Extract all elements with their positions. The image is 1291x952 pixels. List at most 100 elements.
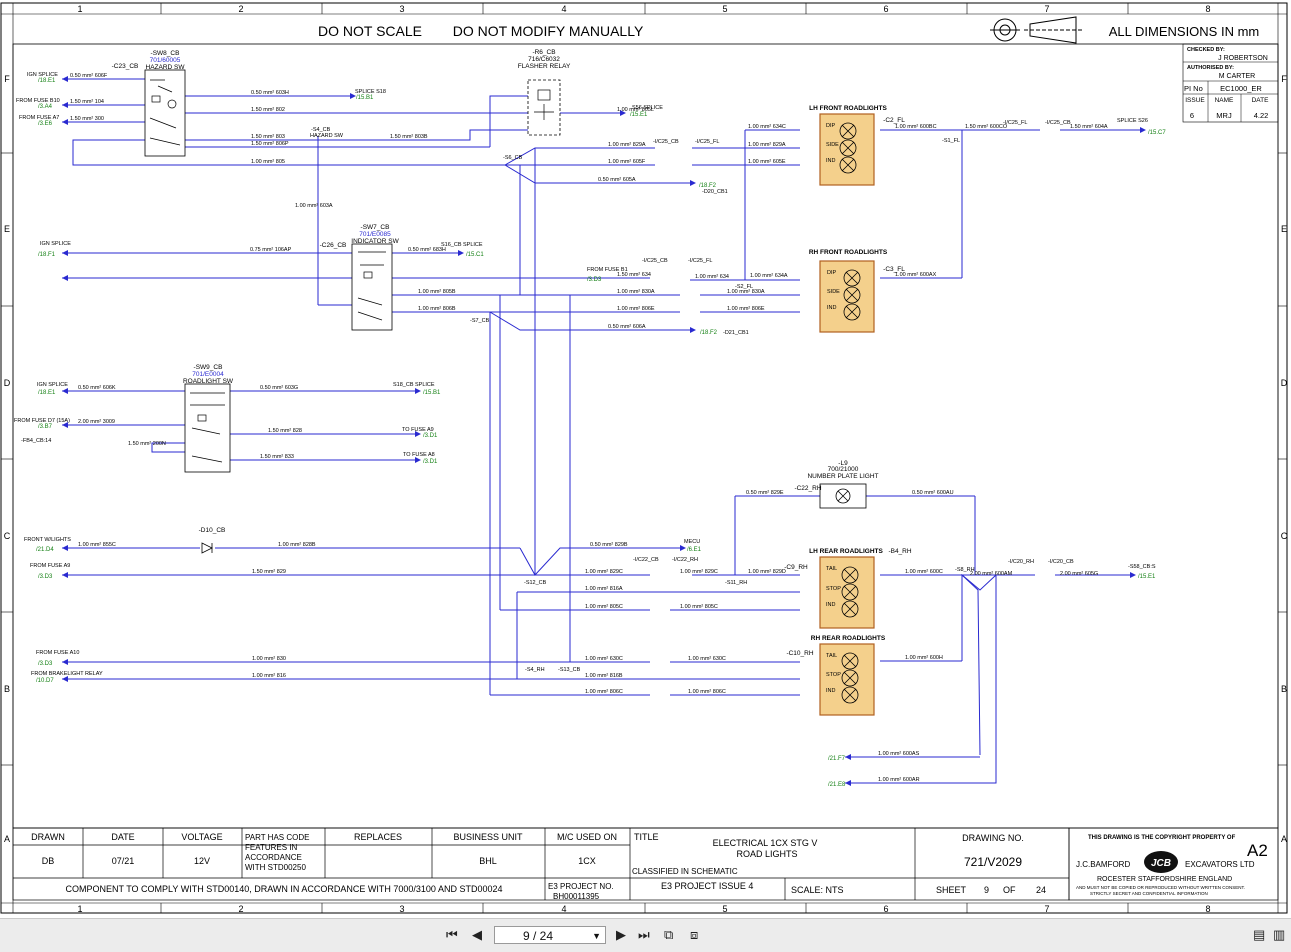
row-label-a-right: A [1281, 834, 1287, 844]
next-page-icon[interactable]: ▶ [616, 927, 626, 943]
col-label-5-bottom: 5 [722, 904, 727, 914]
wire-605f: 1.00 mm² 605F [608, 159, 646, 165]
e3-value: BH00011395 [553, 892, 600, 901]
row-label-a: A [4, 834, 10, 844]
part-code-4: WITH STD00250 [245, 863, 306, 872]
jcb-logo-text: JCB [1151, 858, 1171, 869]
lh-rear-title: LH REAR ROADLIGHTS [809, 548, 883, 555]
sw8-ref: -SW8_CB [151, 50, 180, 57]
scale-text: SCALE: NTS [791, 885, 844, 895]
ref-to-a9: /3.D1 [423, 433, 438, 439]
drawn-label: DRAWN [31, 832, 65, 842]
sw9-part: 701/E0004 [192, 371, 224, 378]
ref-21e8: /21.E8 [828, 782, 846, 788]
wire-803b: 1.50 mm² 803B [390, 134, 428, 140]
label-s12: -S12_CB [524, 580, 547, 586]
wire-606f: 0.50 mm² 606F [70, 73, 108, 79]
wire-829a: 1.00 mm² 829A [608, 142, 646, 148]
sw9-name: ROADLIGHT SW [183, 378, 234, 385]
legal-line-1: AND MUST NOT BE COPIED OR REPRODUCED WIT… [1076, 885, 1245, 890]
col-label-7: 7 [1044, 4, 1049, 14]
wire-829b: 0.50 mm² 829B [590, 542, 628, 548]
drawn-value: DB [42, 856, 55, 866]
company-line-1: J.C.BAMFORD [1076, 860, 1130, 869]
c23-ref: -C23_CB [112, 63, 139, 70]
row-label-e: E [4, 224, 10, 234]
label-s11-rh: -S11_RH [725, 580, 747, 586]
col-label-6-bottom: 6 [883, 904, 888, 914]
wire-833: 1.50 mm² 833 [260, 454, 294, 460]
col-label-2-bottom: 2 [238, 904, 243, 914]
wire-683h: 0.50 mm² 683H [408, 247, 446, 253]
wire-605g: 2.00 mm² 605G [1060, 571, 1098, 577]
wire-605a: 0.50 mm² 605A [598, 177, 636, 183]
b4-rh-ref: -B4_RH [888, 548, 911, 555]
row-label-f: F [4, 74, 10, 84]
two-page-view-icon[interactable]: ▥ [1273, 927, 1285, 943]
lh-front-title: LH FRONT ROADLIGHTS [809, 105, 887, 112]
wire-600au: 0.50 mm² 600AU [912, 490, 954, 496]
label-uc22-cb: -I/C22_CB [633, 557, 659, 563]
page-number-select[interactable]: 9 / 24 ▼ [494, 926, 606, 944]
date-label: DATE [1252, 97, 1270, 104]
last-page-icon[interactable]: ⏭ [638, 927, 650, 943]
col-label-4-bottom: 4 [561, 904, 566, 914]
name-value: MRJ [1216, 111, 1232, 120]
rh-rear-ind: IND [826, 688, 836, 694]
e3-label: E3 PROJECT NO. [548, 882, 614, 891]
wire-802: 1.50 mm² 802 [251, 107, 285, 113]
bu-value: BHL [479, 856, 497, 866]
single-page-view-icon[interactable]: ▤ [1253, 927, 1265, 943]
r6-ref: -R6_CB [532, 49, 555, 56]
wire-106ap: 0.75 mm² 106AP [250, 247, 292, 253]
col-label-4: 4 [561, 4, 566, 14]
part-code-1: PART HAS CODE [245, 833, 309, 842]
col-label-3-bottom: 3 [399, 904, 404, 914]
label-s7: -S7_CB [470, 318, 490, 324]
sheet-size: A2 [1247, 841, 1268, 860]
wire-600h: 1.00 mm² 600H [905, 655, 943, 661]
lh-front-side: SIDE [826, 142, 839, 148]
rh-front-side: SIDE [827, 289, 840, 295]
wire-829c: 1.00 mm² 829C [585, 569, 623, 575]
wire-829c-b: 1.00 mm² 829C [680, 569, 718, 575]
wire-605e: 1.00 mm² 605E [748, 159, 786, 165]
title-line-2: ROAD LIGHTS [736, 849, 797, 859]
col-label-2: 2 [238, 4, 243, 14]
part-code-3: ACCORDANCE [245, 853, 302, 862]
rotate-page-icon[interactable]: ⧈ [690, 927, 698, 943]
rh-front-ind: IND [827, 305, 837, 311]
previous-page-icon[interactable]: ◀ [472, 927, 482, 943]
wire-816a: 1.00 mm² 816A [585, 586, 623, 592]
dimensions-text: ALL DIMENSIONS IN mm [1109, 24, 1259, 39]
ref-s18b: /15.B1 [423, 390, 441, 396]
col-label-1-bottom: 1 [77, 904, 82, 914]
wire-603h: 0.50 mm² 603H [251, 90, 289, 96]
ref-18f2-a: /18.F2 [699, 183, 717, 189]
wire-300: 1.50 mm² 300 [70, 116, 104, 122]
first-page-icon[interactable]: ⏮ [446, 927, 458, 943]
ref-s58: /15.E1 [1138, 574, 1156, 580]
approval-box: CHECKED BY: J ROBERTSON AUTHORISED BY: M… [1182, 43, 1279, 123]
mc-value: 1CX [578, 856, 596, 866]
wire-806c: 1.00 mm² 806C [585, 689, 623, 695]
address-text: ROCESTER STAFFORDSHIRE ENGLAND [1097, 876, 1232, 883]
roadlight-switch [184, 383, 231, 473]
ref-fuse-a10: /3.D3 [38, 661, 53, 667]
ref-fuse-a7: /3.E6 [38, 121, 53, 127]
wire-600c: 1.00 mm² 600C [905, 569, 943, 575]
fit-page-icon[interactable]: ⧉ [664, 927, 673, 943]
ref-brake-relay: /10.D7 [36, 678, 54, 684]
c2-fl-ref: -C2_FL [883, 117, 905, 124]
row-label-b-right: B [1281, 684, 1287, 694]
wire-806p: 1.50 mm² 806P [251, 141, 289, 147]
comply-text: COMPONENT TO COMPLY WITH STD00140, DRAWN… [66, 884, 503, 894]
drawing-no-value: 721/V2029 [964, 855, 1022, 869]
label-brake-relay: FROM BRAKELIGHT RELAY [31, 671, 103, 677]
wire-829: 1.50 mm² 829 [252, 569, 286, 575]
checked-by-value: J ROBERTSON [1218, 55, 1268, 62]
rh-rear-title: RH REAR ROADLIGHTS [811, 635, 886, 642]
ref-mecu: /6.E1 [687, 547, 702, 553]
wire-604a: 1.50 mm² 604A [1070, 124, 1108, 130]
company-line-2: EXCAVATORS LTD [1185, 860, 1255, 869]
